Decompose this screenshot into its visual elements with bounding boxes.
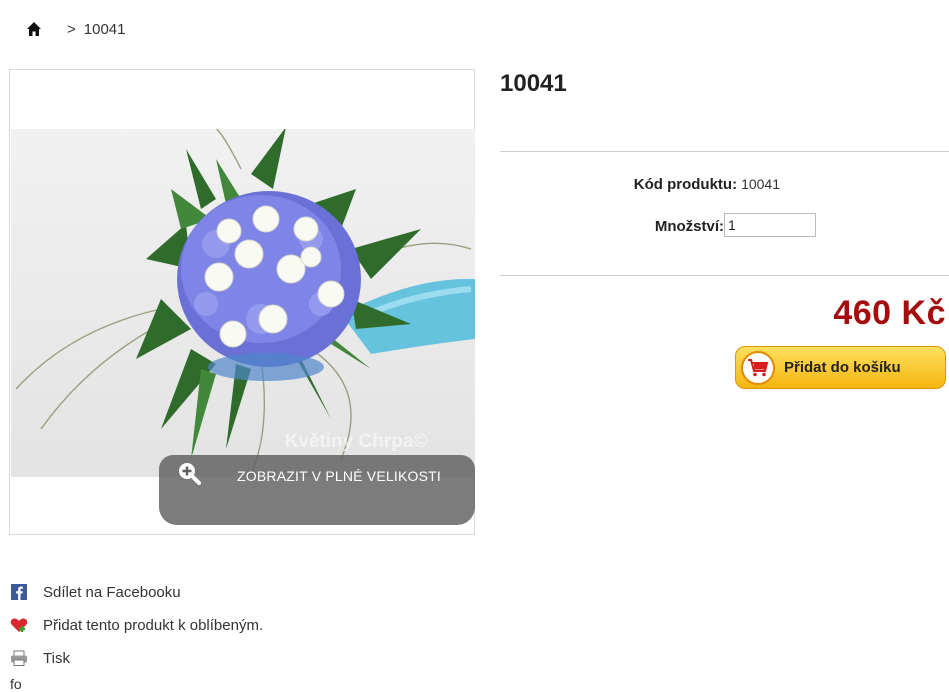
zoom-in-icon: [179, 463, 201, 485]
quantity-label: Množství:: [654, 217, 724, 235]
divider: [500, 151, 949, 152]
share-facebook-link[interactable]: Sdílet na Facebooku: [10, 581, 263, 603]
product-price: 460 Kč: [833, 294, 946, 332]
add-favorite-label: Přidat tento produkt k oblíbeným.: [43, 616, 264, 634]
home-icon[interactable]: [27, 22, 41, 36]
product-actions: Sdílet na Facebooku Přidat tento produkt…: [10, 581, 263, 680]
add-favorite-link[interactable]: Přidat tento produkt k oblíbeným.: [10, 614, 263, 636]
printer-icon: [11, 650, 27, 666]
product-code-label: Kód produktu:: [633, 175, 738, 193]
product-image-box[interactable]: Květiny Chrpa© ZOBRAZIT V PLNÉ VELIKOSTI: [9, 69, 475, 535]
product-code-value: 10041: [741, 176, 780, 192]
quantity-row: Množství:: [500, 214, 728, 238]
quantity-input[interactable]: [724, 213, 816, 237]
share-facebook-label: Sdílet na Facebooku: [43, 583, 181, 601]
product-title: 10041: [500, 70, 567, 97]
breadcrumb-separator: >: [67, 20, 76, 38]
add-to-cart-button[interactable]: Přidat do košíku: [735, 346, 946, 389]
zoom-fullsize-label: ZOBRAZIT V PLNÉ VELIKOSTI: [237, 468, 441, 484]
zoom-fullsize-button[interactable]: ZOBRAZIT V PLNÉ VELIKOSTI: [159, 455, 475, 525]
add-to-cart-label: Přidat do košíku: [784, 359, 901, 376]
breadcrumb: > 10041: [27, 18, 125, 40]
heart-icon: [10, 618, 28, 632]
product-code-row: Kód produktu: 10041: [500, 174, 780, 194]
image-watermark: Květiny Chrpa©: [285, 431, 428, 452]
breadcrumb-current: 10041: [83, 20, 126, 38]
facebook-icon: [11, 584, 27, 600]
print-label: Tisk: [43, 649, 70, 667]
product-photo[interactable]: Květiny Chrpa©: [11, 129, 475, 477]
bouquet-image: Květiny Chrpa©: [11, 129, 475, 477]
print-link[interactable]: Tisk: [10, 647, 263, 669]
divider: [500, 275, 949, 276]
cart-icon: [741, 350, 775, 385]
